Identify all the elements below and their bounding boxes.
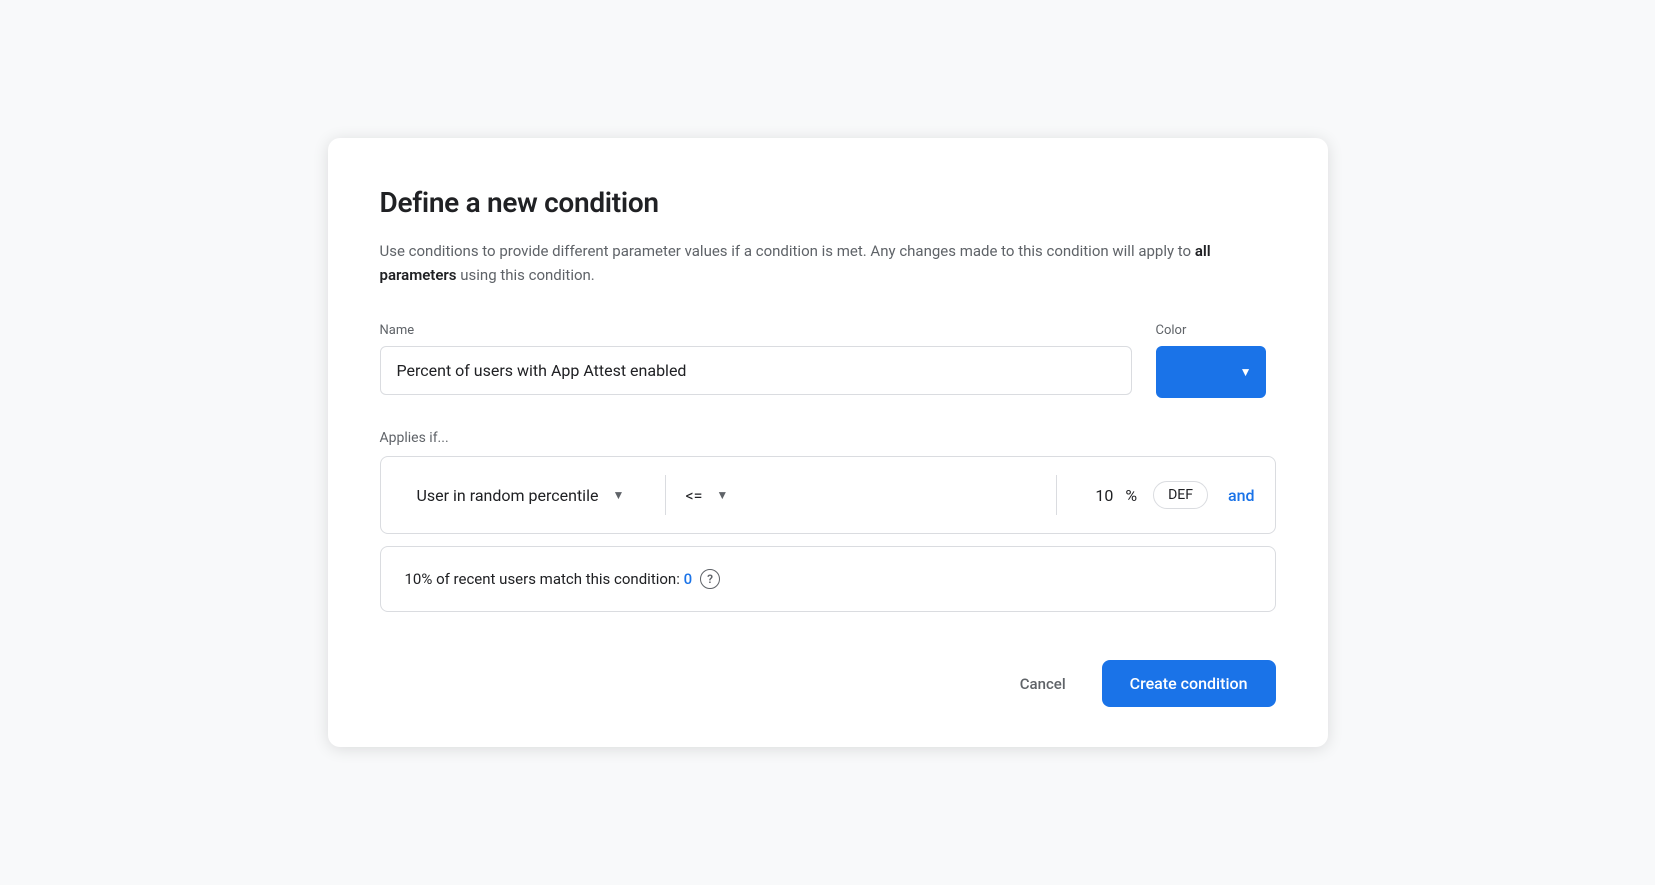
name-label: Name bbox=[380, 323, 1132, 338]
chevron-down-icon: ▼ bbox=[612, 488, 624, 502]
match-text-before: 10% of recent users match this condition… bbox=[405, 570, 684, 588]
vertical-divider-2 bbox=[1056, 475, 1057, 515]
color-field-group: Color ▼ bbox=[1156, 323, 1276, 398]
match-count: 0 bbox=[684, 570, 693, 588]
percent-sign: % bbox=[1121, 486, 1141, 505]
vertical-divider bbox=[665, 475, 666, 515]
chevron-down-icon: ▼ bbox=[716, 488, 728, 502]
name-field-group: Name bbox=[380, 323, 1132, 395]
match-info-box: 10% of recent users match this condition… bbox=[380, 546, 1276, 612]
match-text: 10% of recent users match this condition… bbox=[405, 570, 693, 588]
cancel-button[interactable]: Cancel bbox=[1000, 663, 1086, 705]
operator-label: <= bbox=[686, 486, 703, 505]
dialog-title: Define a new condition bbox=[380, 186, 1276, 219]
define-condition-dialog: Define a new condition Use conditions to… bbox=[328, 138, 1328, 747]
chevron-down-icon: ▼ bbox=[1240, 365, 1252, 379]
percentile-value-input[interactable] bbox=[1061, 476, 1121, 515]
name-input[interactable] bbox=[380, 346, 1132, 395]
condition-type-dropdown[interactable]: User in random percentile ▼ bbox=[401, 476, 661, 515]
description-text-2: using this condition. bbox=[457, 266, 595, 284]
dialog-description: Use conditions to provide different para… bbox=[380, 239, 1276, 287]
and-link[interactable]: and bbox=[1228, 486, 1255, 505]
applies-if-label: Applies if... bbox=[380, 430, 1276, 446]
color-label: Color bbox=[1156, 323, 1276, 338]
def-badge-button[interactable]: DEF bbox=[1153, 481, 1208, 509]
description-text-1: Use conditions to provide different para… bbox=[380, 242, 1195, 260]
help-icon[interactable]: ? bbox=[700, 569, 720, 589]
condition-row: User in random percentile ▼ <= ▼ % DEF a… bbox=[380, 456, 1276, 534]
color-picker-button[interactable]: ▼ bbox=[1156, 346, 1266, 398]
operator-dropdown[interactable]: <= ▼ bbox=[670, 476, 1053, 515]
dialog-footer: Cancel Create condition bbox=[380, 660, 1276, 707]
condition-type-label: User in random percentile bbox=[417, 486, 599, 505]
create-condition-button[interactable]: Create condition bbox=[1102, 660, 1276, 707]
name-color-row: Name Color ▼ bbox=[380, 323, 1276, 398]
